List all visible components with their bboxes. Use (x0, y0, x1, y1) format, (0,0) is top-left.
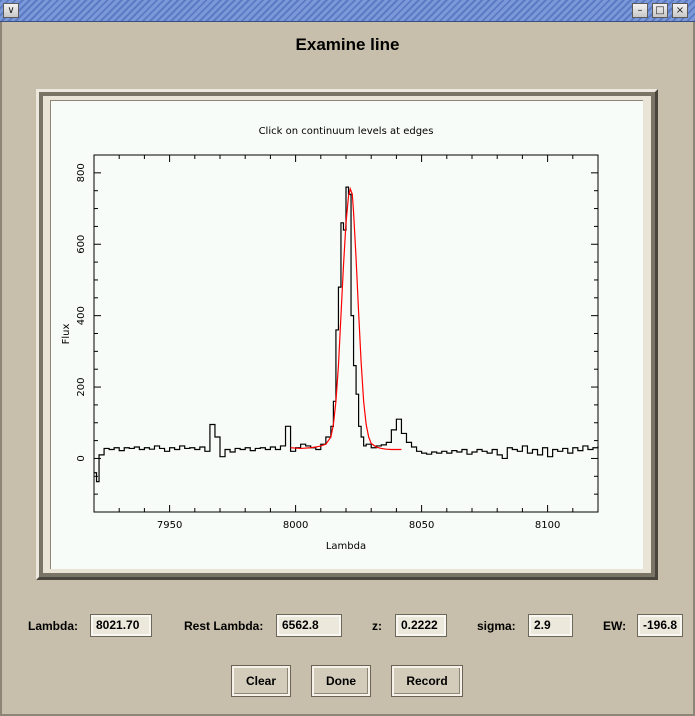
clear-button[interactable]: Clear (231, 665, 291, 697)
plot-canvas[interactable] (50, 100, 643, 569)
sigma-label: sigma: (477, 619, 516, 633)
ew-label: EW: (603, 619, 627, 633)
lambda-field[interactable]: 8021.70 (90, 614, 152, 637)
rest-lambda-label: Rest Lambda: (184, 619, 264, 633)
record-button[interactable]: Record (391, 665, 463, 697)
lambda-label: Lambda: (28, 619, 79, 633)
done-button[interactable]: Done (311, 665, 371, 697)
z-label: z: (372, 619, 382, 633)
ew-field[interactable]: -196.8 (637, 614, 683, 637)
rest-lambda-field[interactable]: 6562.8 (276, 614, 342, 637)
z-field[interactable]: 0.2222 (395, 614, 447, 637)
minimize-icon[interactable]: – (632, 3, 648, 18)
chevron-down-icon[interactable]: ∨ (3, 3, 19, 18)
dialog-title: Examine line (295, 35, 400, 54)
maximize-icon[interactable]: □ (652, 3, 668, 18)
close-icon[interactable]: × (672, 3, 688, 18)
sigma-field[interactable]: 2.9 (528, 614, 573, 637)
window-titlebar[interactable]: ∨ – □ × (0, 0, 695, 22)
